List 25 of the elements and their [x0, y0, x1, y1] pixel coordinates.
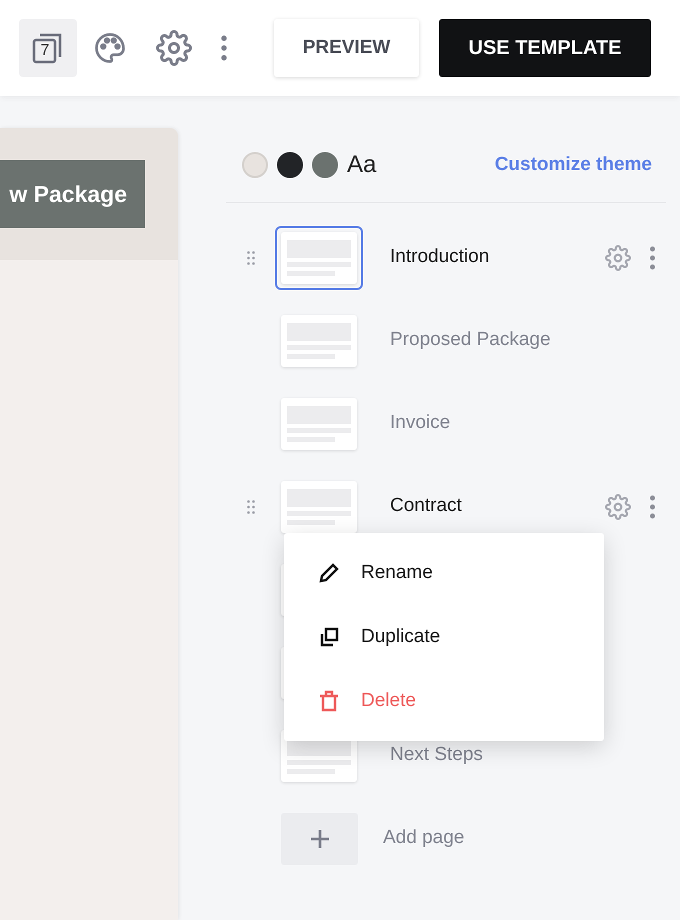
pencil-icon [317, 561, 341, 585]
drag-handle-icon[interactable] [246, 500, 254, 514]
preview-button[interactable]: PREVIEW [274, 19, 419, 77]
pages-button[interactable]: 7 [19, 19, 77, 77]
color-swatch[interactable] [312, 152, 338, 178]
settings-icon[interactable] [156, 30, 192, 66]
plus-icon [310, 828, 330, 848]
drag-handle-icon[interactable] [246, 250, 254, 264]
more-icon[interactable] [649, 246, 656, 270]
page-thumbnail[interactable] [275, 226, 363, 290]
add-page-button[interactable] [281, 812, 358, 864]
font-sample[interactable]: Aa [347, 147, 376, 183]
use-template-button[interactable]: USE TEMPLATE [439, 19, 651, 77]
menu-item[interactable]: Duplicate [284, 605, 604, 669]
package-button[interactable]: w Package [0, 160, 145, 228]
more-icon[interactable] [220, 35, 228, 61]
settings-icon[interactable] [605, 244, 631, 270]
more-icon[interactable] [649, 494, 656, 518]
page-title[interactable]: Introduction [390, 243, 490, 272]
page-title[interactable]: Contract [390, 492, 462, 521]
menu-item[interactable]: Rename [284, 541, 604, 605]
trash-icon [317, 689, 341, 713]
settings-icon[interactable] [605, 494, 631, 520]
color-swatch[interactable] [277, 152, 303, 178]
palette-icon[interactable] [92, 30, 128, 66]
